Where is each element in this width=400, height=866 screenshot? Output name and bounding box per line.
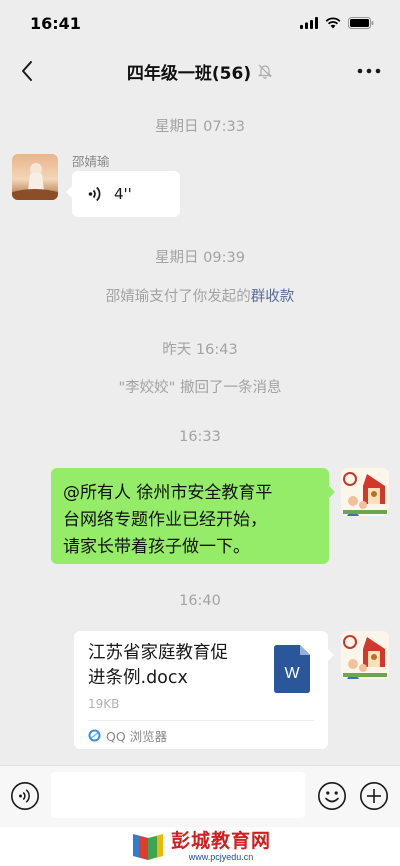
word-file-icon: W (274, 645, 310, 693)
wifi-icon (325, 17, 341, 29)
avatar-image (341, 631, 389, 679)
message-line: 台网络专题作业已经开始， (63, 510, 267, 530)
watermark-name: 彭城教育网 (170, 829, 271, 852)
payment-notice: 邵婧瑜支付了你发起的群收款 (0, 285, 400, 306)
chat-title: 四年级一班(56) (126, 63, 252, 84)
payment-text: 邵婧瑜支付了你发起的 (105, 289, 251, 305)
battery-icon (348, 17, 374, 29)
timestamp: 16:40 (179, 593, 221, 609)
watermark: 彭城教育网 www.pcjyedu.cn (0, 827, 400, 866)
file-name-line: 江苏省家庭教育促 (88, 643, 228, 663)
watermark-logo-icon (132, 833, 163, 860)
emoji-icon[interactable] (317, 781, 347, 811)
message-line: 请家长带着孩子做一下。 (63, 537, 250, 557)
status-bar: 16:41 (0, 0, 400, 46)
avatar-image (341, 468, 389, 516)
file-size: 19KB (88, 697, 120, 711)
voice-toggle-icon[interactable] (10, 781, 40, 811)
timestamp: 16:33 (179, 429, 221, 445)
voice-wave-icon (88, 186, 101, 202)
avatar-image (12, 154, 58, 200)
timestamp: 星期日 09:39 (155, 250, 245, 266)
signal-icon (300, 17, 318, 29)
file-source: QQ 浏览器 (88, 726, 167, 745)
file-name-line: 进条例.docx (88, 668, 188, 688)
watermark-url: www.pcjyedu.cn (188, 851, 254, 862)
more-icon[interactable] (356, 63, 382, 79)
word-icon-letter: W (284, 665, 300, 682)
plus-icon[interactable] (359, 781, 389, 811)
message-input[interactable] (51, 772, 305, 818)
my-avatar[interactable] (341, 631, 389, 679)
file-name: 江苏省家庭教育促 进条例.docx (88, 641, 263, 691)
recall-notice: "李姣姣" 撤回了一条消息 (118, 380, 282, 396)
file-source-label: QQ 浏览器 (106, 729, 168, 744)
my-avatar[interactable] (341, 468, 389, 516)
qq-browser-icon (88, 729, 101, 742)
chat-header: 四年级一班(56) (0, 46, 400, 96)
voice-message-bubble[interactable]: 4'' (66, 171, 180, 217)
message-line: @所有人 徐州市安全教育平 (63, 483, 273, 503)
status-icons (300, 17, 374, 29)
sent-text-bubble[interactable]: @所有人 徐州市安全教育平 台网络专题作业已经开始， 请家长带着孩子做一下。 (51, 468, 335, 564)
input-bar (0, 765, 400, 828)
file-message-card[interactable]: 江苏省家庭教育促 进条例.docx 19KB W QQ 浏览器 (74, 631, 334, 749)
timestamp: 昨天 16:43 (162, 342, 238, 358)
sender-name: 邵婧瑜 (72, 154, 110, 169)
timestamp: 星期日 07:33 (155, 119, 245, 135)
back-arrow-icon[interactable] (16, 58, 40, 84)
avatar[interactable] (12, 154, 58, 200)
card-divider (88, 720, 314, 721)
group-payment-link[interactable]: 群收款 (251, 289, 295, 305)
watermark-text: 彭城教育网 www.pcjyedu.cn (170, 829, 271, 862)
status-time: 16:41 (30, 13, 81, 33)
voice-duration: 4'' (114, 185, 132, 203)
mute-bell-icon (258, 64, 273, 79)
